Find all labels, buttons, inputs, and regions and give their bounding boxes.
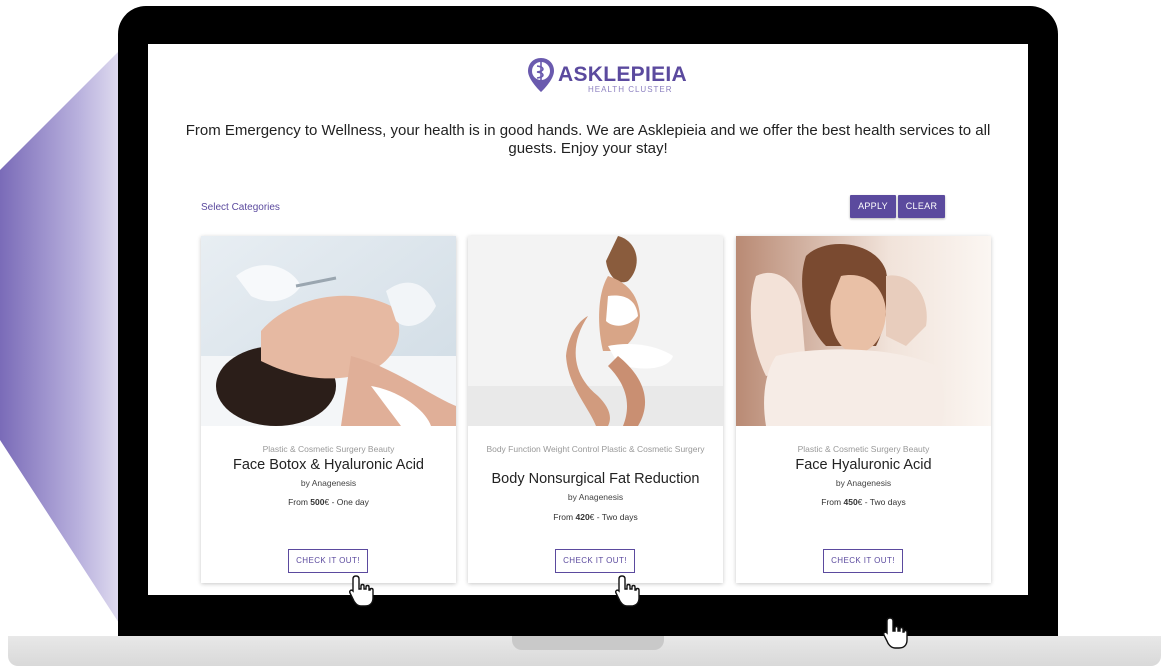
card-categories: Plastic & Cosmetic Surgery Beauty <box>262 444 395 454</box>
card-title[interactable]: Face Hyaluronic Acid <box>741 457 986 473</box>
card-categories: Plastic & Cosmetic Surgery Beauty <box>797 444 930 454</box>
apply-button[interactable]: APPLY <box>850 195 896 218</box>
card-provider: by Anagenesis <box>567 492 624 502</box>
card-provider: by Anagenesis <box>300 478 357 488</box>
laptop-screen: ASKLEPIEIA HEALTH CLUSTER From Emergency… <box>148 44 1028 595</box>
laptop-notch <box>512 636 664 650</box>
caduceus-pin-icon <box>528 58 554 92</box>
brand-logo[interactable]: ASKLEPIEIA HEALTH CLUSTER <box>526 56 688 96</box>
card-title[interactable]: Face Botox & Hyaluronic Acid <box>206 457 451 473</box>
card-price: From 500€ - One day <box>288 497 369 507</box>
brand-subtitle: HEALTH CLUSTER <box>588 85 673 94</box>
card-provider: by Anagenesis <box>835 478 892 488</box>
card-title[interactable]: Body Nonsurgical Fat Reduction <box>473 471 718 487</box>
service-card[interactable]: Body Function Weight Control Plastic & C… <box>468 236 723 583</box>
brand-name: ASKLEPIEIA <box>558 63 688 86</box>
service-card[interactable]: Plastic & Cosmetic Surgery Beauty Face H… <box>736 236 991 583</box>
check-it-out-button[interactable]: CHECK IT OUT! <box>288 549 368 573</box>
tagline: From Emergency to Wellness, your health … <box>185 122 991 157</box>
service-card[interactable]: Plastic & Cosmetic Surgery Beauty Face B… <box>201 236 456 583</box>
clear-button[interactable]: CLEAR <box>898 195 945 218</box>
check-it-out-button[interactable]: CHECK IT OUT! <box>555 549 635 573</box>
card-categories: Body Function Weight Control Plastic & C… <box>486 444 705 454</box>
woman-face-injection-photo <box>201 236 456 426</box>
hand-pointer-icon <box>883 617 908 649</box>
select-categories-link[interactable]: Select Categories <box>201 202 280 213</box>
woman-sitting-body-photo <box>468 236 723 426</box>
hand-pointer-icon <box>349 575 374 607</box>
woman-portrait-photo <box>736 236 991 426</box>
card-price: From 420€ - Two days <box>553 512 638 522</box>
hand-pointer-icon <box>615 575 640 607</box>
check-it-out-button[interactable]: CHECK IT OUT! <box>823 549 903 573</box>
card-price: From 450€ - Two days <box>821 497 906 507</box>
decorative-background-shape <box>0 40 130 640</box>
